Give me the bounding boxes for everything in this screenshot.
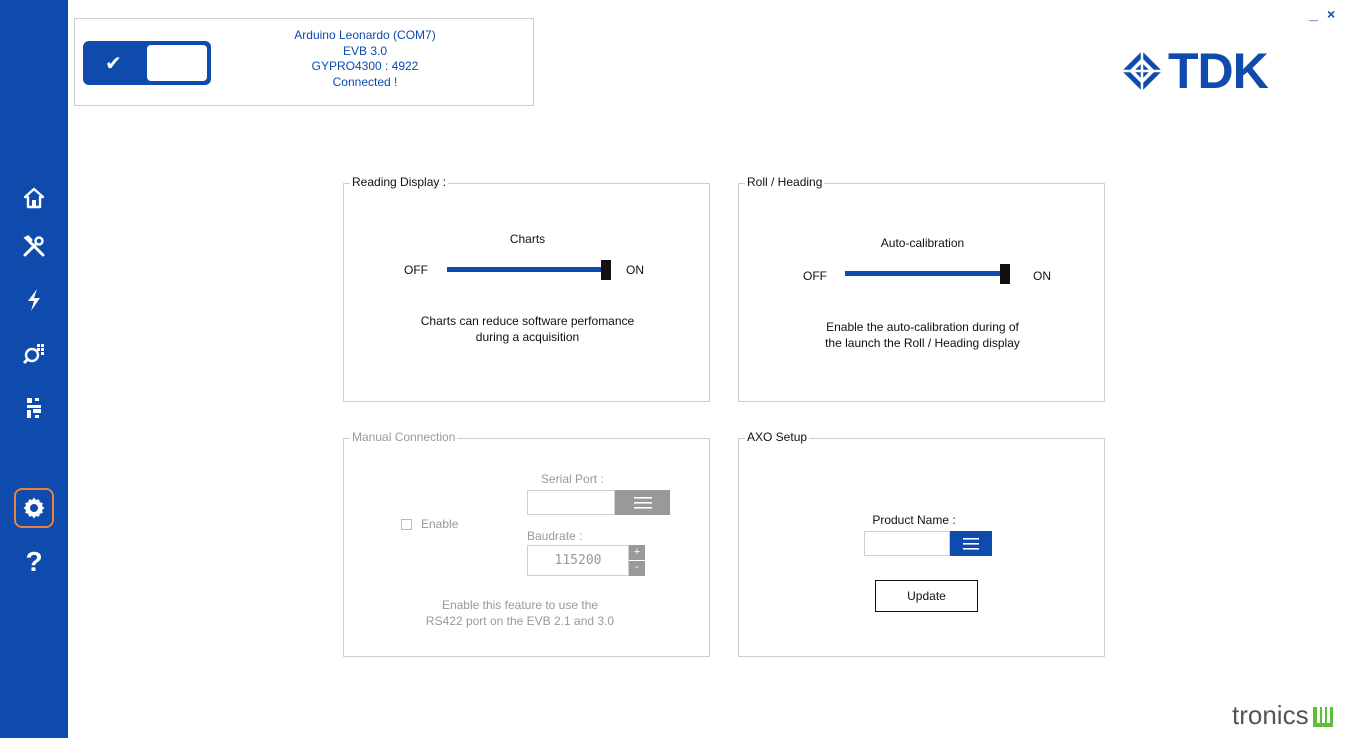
tronics-logo: tronics [1232,700,1333,731]
connection-status: Connected ! [332,74,398,89]
product-name-list-button[interactable] [950,531,992,556]
charts-desc-line1: Charts can reduce software perfomance [420,314,635,328]
enable-checkbox[interactable] [401,519,412,530]
roll-heading-title: Roll / Heading [745,175,825,189]
auto-calibration-label: Auto-calibration [880,236,965,250]
help-icon[interactable]: ? [14,542,54,582]
tdk-logo: TDK [1120,43,1269,99]
tdk-emblem-icon [1122,51,1162,91]
manual-desc-line2: RS422 port on the EVB 2.1 and 3.0 [425,614,615,628]
charts-slider[interactable] [447,267,607,272]
axo-setup-group: AXO Setup Product Name : Update [738,430,1105,657]
product-name-field[interactable] [864,531,950,556]
auto-calibration-slider[interactable] [845,271,1005,276]
roll-heading-group: Roll / Heading Auto-calibration OFF ON E… [738,175,1106,402]
connection-panel: ✔ Arduino Leonardo (COM7) EVB 3.0 GYPRO4… [74,18,534,106]
charts-slider-thumb[interactable] [601,260,611,280]
manual-connection-description: Enable this feature to use the RS422 por… [344,597,696,629]
auto-calibration-desc-line1: Enable the auto-calibration during of [826,320,1019,334]
sidebar: ? [0,0,68,738]
auto-calibration-desc-line2: the launch the Roll / Heading display [825,336,1020,350]
charts-description: Charts can reduce software perfomance du… [344,313,711,345]
serial-port-field[interactable] [527,490,615,515]
tdk-wordmark: TDK [1168,43,1269,99]
charts-on-label: ON [626,263,644,277]
axo-setup-title: AXO Setup [745,430,810,444]
product-name-label: Product Name : [872,513,956,527]
lightning-icon[interactable] [14,280,54,320]
update-button[interactable]: Update [875,580,978,612]
serial-port-list-button[interactable] [615,490,670,515]
enable-label: Enable [421,517,459,531]
circuit-icon[interactable] [14,388,54,428]
board-name: Arduino Leonardo (COM7) [294,28,436,42]
auto-calibration-on-label: ON [1033,269,1051,283]
serial-port-label: Serial Port : [541,472,604,486]
tools-icon[interactable] [14,226,54,266]
manual-connection-group: Manual Connection Enable Serial Port : B… [343,430,710,657]
reading-display-title: Reading Display : [350,175,449,189]
auto-calibration-slider-thumb[interactable] [1000,264,1010,284]
charts-off-label: OFF [404,263,428,277]
auto-calibration-off-label: OFF [803,269,827,283]
charts-label: Charts [509,232,546,246]
toggle-knob [147,45,207,81]
sensor-id: GYPRO4300 : 4922 [311,59,419,73]
baudrate-field[interactable]: 115200 [527,545,629,576]
gear-icon[interactable] [14,488,54,528]
tronics-mark-icon [1312,704,1333,727]
menu-icon [633,496,652,509]
manual-connection-title: Manual Connection [350,430,458,444]
baudrate-label: Baudrate : [527,529,583,543]
close-button[interactable]: × [1327,6,1335,22]
baudrate-decrement[interactable]: - [629,561,645,576]
tronics-wordmark: tronics [1232,700,1309,730]
reading-display-group: Reading Display : Charts OFF ON Charts c… [343,175,711,402]
evb-version: EVB 3.0 [342,43,388,58]
menu-icon [963,537,979,550]
connect-toggle[interactable]: ✔ [83,41,211,85]
minimize-button[interactable]: _ [1309,6,1318,24]
search-analysis-icon[interactable] [14,334,54,374]
connection-info: Arduino Leonardo (COM7) EVB 3.0 GYPRO430… [285,28,445,90]
baudrate-increment[interactable]: + [629,545,645,560]
check-icon: ✔ [105,51,122,75]
manual-desc-line1: Enable this feature to use the [441,598,599,612]
charts-desc-line2: during a acquisition [475,330,580,344]
home-icon[interactable] [14,178,54,218]
auto-calibration-description: Enable the auto-calibration during of th… [739,319,1106,351]
